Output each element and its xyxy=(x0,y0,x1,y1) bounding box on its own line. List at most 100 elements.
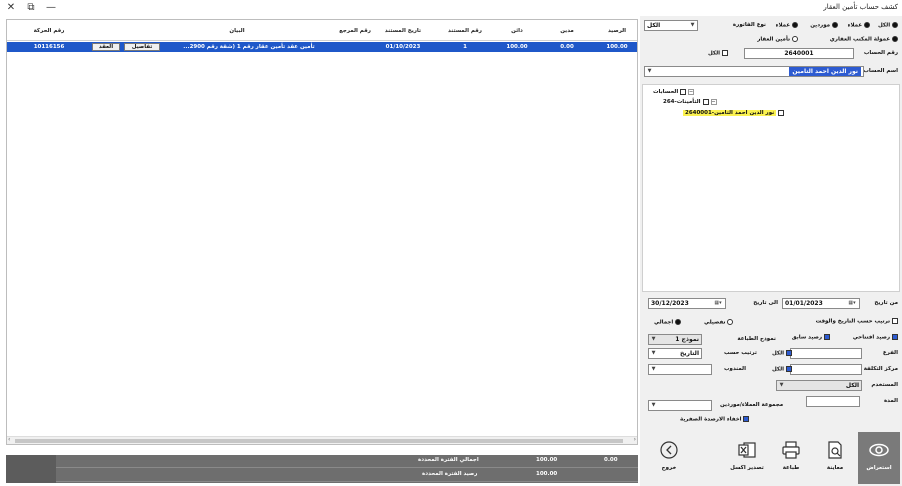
branch-input[interactable] xyxy=(790,348,862,359)
order-by-select[interactable]: ▼ التاريخ xyxy=(648,348,702,359)
cell-movement-no: 10116156 xyxy=(33,44,65,50)
duration-input[interactable] xyxy=(806,396,860,407)
user-label: المستخدم xyxy=(871,382,898,388)
cost-center-input[interactable] xyxy=(790,364,862,375)
opening-balance-checkbox[interactable]: رصيد افتتاحي xyxy=(853,334,898,341)
tree-insurance-checkbox[interactable] xyxy=(702,99,709,105)
opening-balance-box[interactable] xyxy=(892,334,898,340)
collapse-icon[interactable]: − xyxy=(710,99,717,105)
radio-detailed-dot[interactable] xyxy=(727,319,734,325)
export-excel-button[interactable]: تصدير اكسل xyxy=(726,432,768,484)
to-date-value: 30/12/2023 xyxy=(651,300,689,307)
title-bar: ✕ ⧉ — كشف حساب تأمين العقار xyxy=(0,0,902,16)
delegate-select[interactable]: ▼ xyxy=(648,364,712,375)
contract-button[interactable]: العقد xyxy=(92,43,120,51)
col-header-description[interactable]: البيان xyxy=(137,22,337,40)
exit-button[interactable]: خروج xyxy=(648,432,690,484)
col-header-movement-no[interactable]: رقم الحركة xyxy=(9,22,89,40)
collapse-icon[interactable]: − xyxy=(688,89,695,95)
tree-node-root[interactable]: − الحسابات xyxy=(653,89,695,95)
radio-all-dot[interactable] xyxy=(892,22,898,28)
radio-property-insurance-dot[interactable] xyxy=(792,36,798,42)
account-no-input[interactable]: 2640001 xyxy=(744,48,854,59)
details-button[interactable]: تفاصيل xyxy=(124,43,160,51)
radio-office-commission-dot[interactable] xyxy=(892,36,898,42)
print-button[interactable]: طباعة xyxy=(770,432,812,484)
col-header-doc-no[interactable]: رقم المستند xyxy=(445,22,485,40)
radio-sales-dot[interactable] xyxy=(864,22,870,28)
hide-zero-checkbox[interactable]: اخفاء الارصدة الصفرية xyxy=(680,416,750,423)
all-accounts-box[interactable] xyxy=(721,50,728,56)
chevron-down-icon[interactable]: ▼ xyxy=(649,365,658,374)
col-header-balance[interactable]: الرصيد xyxy=(597,22,637,40)
period-total-credit: 100.00 xyxy=(536,457,558,463)
table-row[interactable]: 100.00 0.00 100.00 1 01/10/2023 تأمين عق… xyxy=(7,42,637,52)
sort-by-date-box[interactable] xyxy=(892,318,898,324)
horizontal-scrollbar[interactable]: ‹ › xyxy=(7,436,637,444)
prev-balance-label: رصيد سابق xyxy=(791,334,823,341)
scrollbar-thumb[interactable] xyxy=(15,439,623,443)
from-date-input[interactable]: 01/01/2023 ▦▾ xyxy=(782,298,860,309)
order-by-value: التاريخ xyxy=(679,350,699,357)
minimize-icon[interactable]: — xyxy=(44,2,58,14)
cell-doc-date: 01/10/2023 xyxy=(385,44,421,50)
radio-all[interactable]: الكل xyxy=(878,22,898,29)
prev-balance-box[interactable] xyxy=(824,334,830,340)
customers-group-select[interactable]: ▼ xyxy=(648,400,712,411)
preview-icon xyxy=(828,441,842,459)
footer-row-balance: رصيد الفترة المحددة 100.00 xyxy=(56,469,638,482)
restore-icon[interactable]: ⧉ xyxy=(24,2,38,14)
branch-all-checkbox[interactable]: الكل xyxy=(772,350,792,357)
radio-employees-dot[interactable] xyxy=(792,22,798,28)
chevron-down-icon[interactable]: ▼ xyxy=(777,381,786,390)
prev-balance-checkbox[interactable]: رصيد سابق xyxy=(792,334,830,341)
view-button[interactable]: استعراض xyxy=(858,432,900,484)
col-header-debit[interactable]: مدين xyxy=(547,22,587,40)
cost-all-checkbox[interactable]: الكل xyxy=(772,366,792,373)
sort-by-date-checkbox[interactable]: ترتيب حسب التاريخ والوقت xyxy=(816,318,898,325)
to-date-input[interactable]: 30/12/2023 ▦▾ xyxy=(648,298,726,309)
chevron-down-icon[interactable]: ▼ xyxy=(649,401,658,410)
radio-suppliers[interactable]: موردين xyxy=(810,22,838,29)
calendar-icon[interactable]: ▦▾ xyxy=(845,299,859,308)
scroll-right-icon[interactable]: › xyxy=(634,436,636,443)
chevron-down-icon[interactable]: ▼ xyxy=(649,335,658,344)
radio-total[interactable]: اجمالي xyxy=(654,319,682,326)
tree-root-checkbox[interactable] xyxy=(680,89,687,95)
tree-node-account[interactable]: نور الدين احمد التامين-2640001 xyxy=(683,110,785,116)
accounts-tree[interactable]: − الحسابات − التأمينات-264 نور الدين احم… xyxy=(642,84,900,292)
statement-grid[interactable]: الرصيد مدين دائن رقم المستند تاريخ المست… xyxy=(6,19,638,445)
tree-node-insurance[interactable]: − التأمينات-264 xyxy=(663,99,717,105)
col-header-ref-no[interactable]: رقم المرجع xyxy=(337,22,373,40)
all-accounts-checkbox[interactable]: الكل xyxy=(708,50,728,57)
print-form-select[interactable]: ▼ نموذج 1 xyxy=(648,334,702,345)
col-header-doc-date[interactable]: تاريخ المستند xyxy=(381,22,425,40)
chevron-down-icon[interactable]: ▼ xyxy=(688,21,697,30)
cell-ref-no xyxy=(337,42,373,52)
scroll-left-icon[interactable]: ‹ xyxy=(8,436,10,443)
cost-all-box[interactable] xyxy=(785,366,792,372)
account-no-label: رقم الحساب xyxy=(863,50,898,56)
tree-account-checkbox[interactable] xyxy=(778,110,785,116)
chevron-down-icon[interactable]: ▼ xyxy=(645,67,654,76)
preview-button[interactable]: معاينة xyxy=(814,432,856,484)
account-name-select[interactable]: ▼ نور الدين احمد التامين xyxy=(644,66,864,77)
radio-property-insurance[interactable]: تأمين العقار xyxy=(757,36,798,43)
radio-total-dot[interactable] xyxy=(675,319,682,325)
invoice-type-select[interactable]: الكل ▼ xyxy=(644,20,698,31)
close-icon[interactable]: ✕ xyxy=(4,2,18,14)
calendar-icon[interactable]: ▦▾ xyxy=(711,299,725,308)
hide-zero-box[interactable] xyxy=(743,416,750,422)
radio-office-commission[interactable]: عمولة المكتب العقاري xyxy=(830,36,898,43)
user-select[interactable]: ▼ الكل xyxy=(776,380,862,391)
col-header-credit[interactable]: دائن xyxy=(497,22,537,40)
radio-total-label: اجمالي xyxy=(654,319,674,326)
radio-employees[interactable]: عملاء xyxy=(776,22,798,29)
chevron-down-icon[interactable]: ▼ xyxy=(649,349,658,358)
radio-suppliers-dot[interactable] xyxy=(832,22,838,28)
radio-detailed[interactable]: تفصيلي xyxy=(704,319,734,326)
radio-sales[interactable]: عملاء xyxy=(848,22,870,29)
branch-all-box[interactable] xyxy=(785,350,792,356)
footer-left-block xyxy=(6,455,56,483)
radio-detailed-label: تفصيلي xyxy=(704,319,726,326)
